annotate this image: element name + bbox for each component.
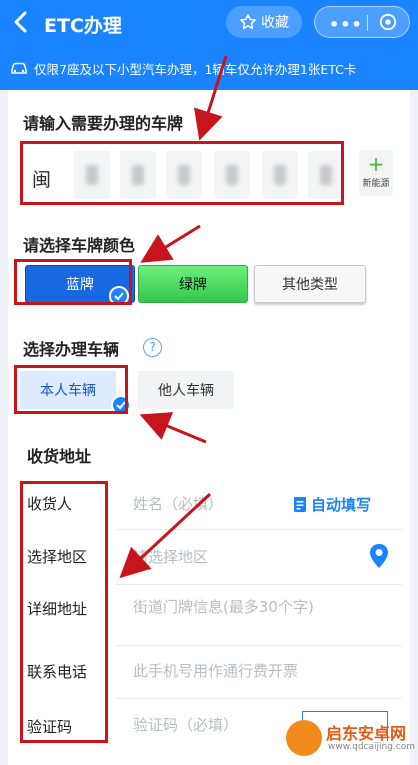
- watermark-url: www.qdcaijing.com: [328, 742, 416, 752]
- watermark-title: 启东安卓网: [326, 724, 407, 743]
- arrow-to-address: [119, 492, 212, 579]
- arrow-to-color: [140, 224, 201, 263]
- watermark-logo-icon: [286, 720, 322, 756]
- annotation-arrows: [119, 55, 228, 579]
- arrow-to-plate: [194, 55, 228, 141]
- arrow-to-vehicle: [139, 412, 207, 444]
- watermark: 启东安卓网 www.qdcaijing.com: [286, 718, 416, 762]
